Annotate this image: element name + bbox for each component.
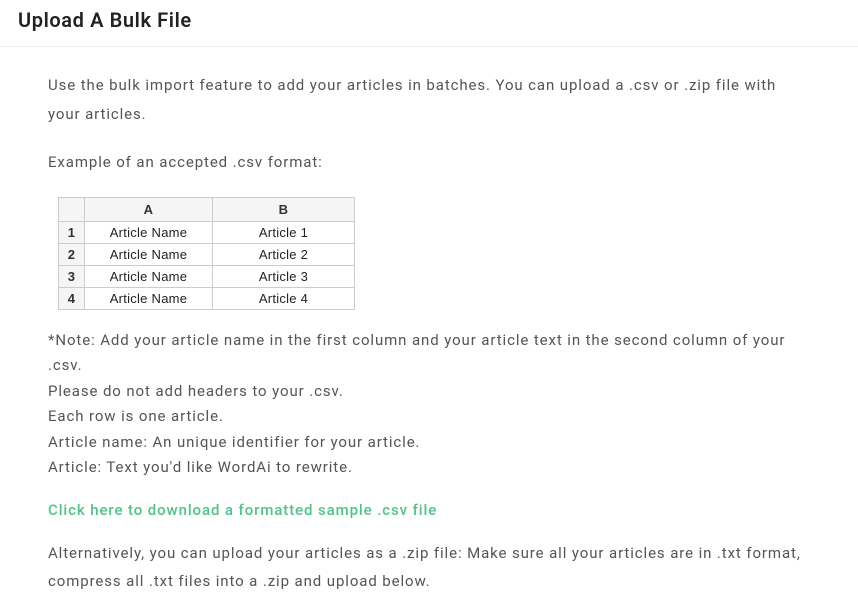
page-header: Upload A Bulk File xyxy=(0,0,858,47)
note-line: Article: Text you'd like WordAi to rewri… xyxy=(48,455,810,481)
csv-example-table: A B 1 Article Name Article 1 2 Article N… xyxy=(58,197,810,310)
content-area: Use the bulk import feature to add your … xyxy=(0,47,858,596)
cell-article: Article 4 xyxy=(213,287,355,309)
cell-name: Article Name xyxy=(85,243,213,265)
row-number: 2 xyxy=(59,243,85,265)
table-row: 4 Article Name Article 4 xyxy=(59,287,355,309)
note-line: Article name: An unique identifier for y… xyxy=(48,430,810,456)
row-number: 1 xyxy=(59,221,85,243)
table-header-a: A xyxy=(85,197,213,221)
cell-article: Article 2 xyxy=(213,243,355,265)
alternative-paragraph: Alternatively, you can upload your artic… xyxy=(48,539,810,596)
table-row: 2 Article Name Article 2 xyxy=(59,243,355,265)
note-line: Each row is one article. xyxy=(48,404,810,430)
cell-name: Article Name xyxy=(85,265,213,287)
cell-name: Article Name xyxy=(85,221,213,243)
note-line: *Note: Add your article name in the firs… xyxy=(48,328,810,379)
table-row: 1 Article Name Article 1 xyxy=(59,221,355,243)
table-header-b: B xyxy=(213,197,355,221)
page-title: Upload A Bulk File xyxy=(18,8,840,32)
row-number: 3 xyxy=(59,265,85,287)
intro-paragraph: Use the bulk import feature to add your … xyxy=(48,71,810,128)
cell-article: Article 1 xyxy=(213,221,355,243)
example-label: Example of an accepted .csv format: xyxy=(48,148,810,177)
notes-block: *Note: Add your article name in the firs… xyxy=(48,328,810,481)
table-corner-cell xyxy=(59,197,85,221)
cell-article: Article 3 xyxy=(213,265,355,287)
note-line: Please do not add headers to your .csv. xyxy=(48,379,810,405)
row-number: 4 xyxy=(59,287,85,309)
download-sample-link[interactable]: Click here to download a formatted sampl… xyxy=(48,501,810,519)
cell-name: Article Name xyxy=(85,287,213,309)
table-row: 3 Article Name Article 3 xyxy=(59,265,355,287)
